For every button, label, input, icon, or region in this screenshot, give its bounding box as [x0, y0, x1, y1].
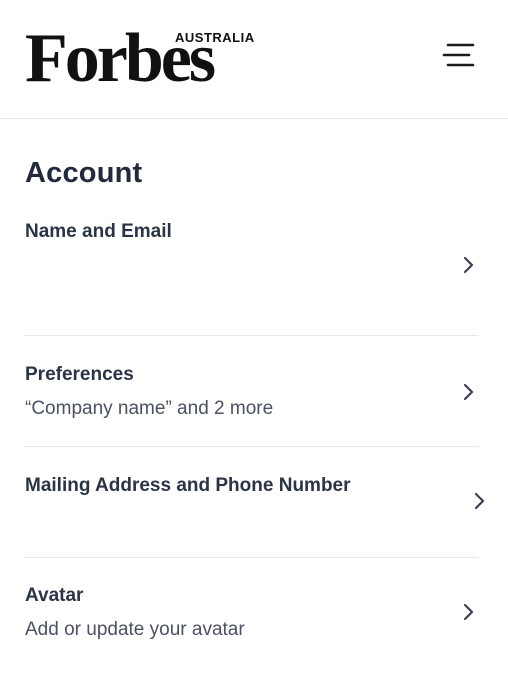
- row-label: Name and Email: [25, 221, 172, 242]
- chevron-right-icon: [474, 492, 485, 510]
- divider: [25, 335, 478, 336]
- logo-region-label: AUSTRALIA: [173, 30, 257, 45]
- avatar-row[interactable]: Avatar Add or update your avatar: [25, 585, 478, 647]
- preferences-row[interactable]: Preferences “Company name” and 2 more: [25, 364, 478, 426]
- row-label: Mailing Address and Phone Number: [25, 475, 351, 496]
- divider: [25, 557, 478, 558]
- row-label: Preferences: [25, 364, 134, 385]
- chevron-right-icon: [463, 256, 474, 274]
- menu-button[interactable]: [438, 38, 478, 74]
- row-subtitle: “Company name” and 2 more: [25, 398, 274, 419]
- row-label: Avatar: [25, 585, 84, 606]
- mailing-address-row[interactable]: Mailing Address and Phone Number: [25, 475, 485, 555]
- hamburger-menu-icon: [442, 43, 475, 67]
- forbes-australia-logo[interactable]: Forbes AUSTRALIA: [25, 24, 265, 94]
- divider: [25, 446, 478, 447]
- chevron-right-icon: [463, 603, 474, 621]
- name-and-email-row[interactable]: Name and Email: [25, 221, 478, 331]
- chevron-right-icon: [463, 383, 474, 401]
- account-heading: Account: [25, 157, 143, 189]
- site-header: Forbes AUSTRALIA: [0, 0, 508, 119]
- row-subtitle: Add or update your avatar: [25, 619, 245, 640]
